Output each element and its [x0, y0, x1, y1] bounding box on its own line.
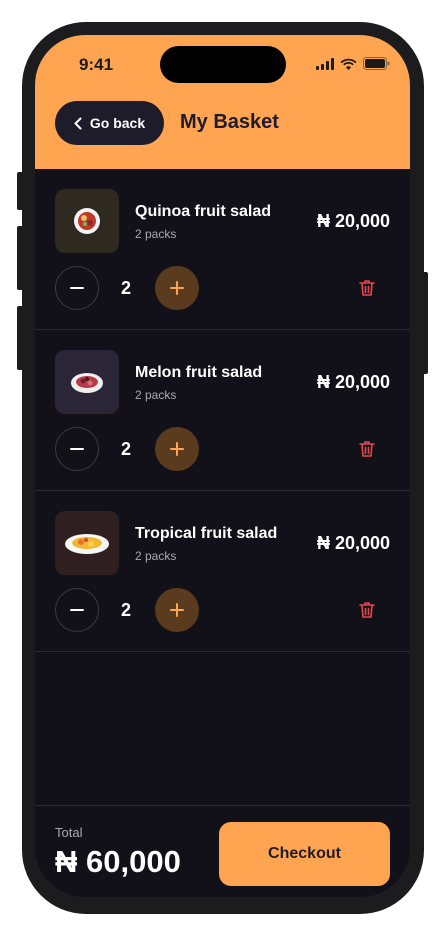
minus-icon [70, 448, 84, 450]
checkout-footer: Total ₦ 60,000 Checkout [35, 805, 410, 897]
signal-icon [316, 57, 334, 70]
item-thumbnail [55, 350, 119, 414]
item-price: ₦ 20,000 [316, 533, 390, 553]
trash-icon[interactable] [357, 600, 377, 620]
plus-icon [170, 603, 184, 617]
minus-icon [70, 609, 84, 611]
increase-quantity-button[interactable] [155, 427, 199, 471]
salad-bowl-icon [74, 208, 100, 234]
chevron-left-icon [74, 117, 82, 129]
increase-quantity-button[interactable] [155, 588, 199, 632]
plus-icon [170, 442, 184, 456]
wifi-icon [340, 58, 357, 70]
phone-volume-up-button [17, 226, 23, 290]
checkout-button[interactable]: Checkout [219, 822, 390, 886]
trash-icon[interactable] [357, 278, 377, 298]
decrease-quantity-button[interactable] [55, 266, 99, 310]
decrease-quantity-button[interactable] [55, 427, 99, 471]
dynamic-island [160, 46, 286, 83]
quantity-value: 2 [121, 600, 132, 620]
go-back-button[interactable]: Go back [55, 101, 164, 145]
item-price: ₦ 20,000 [316, 372, 390, 392]
salad-bowl-icon [71, 373, 103, 393]
battery-icon [363, 57, 390, 70]
basket-item: Melon fruit salad 2 packs ₦ 20,000 2 [35, 330, 410, 491]
item-name: Tropical fruit salad [135, 525, 278, 542]
salad-bowl-icon [65, 534, 109, 554]
item-thumbnail [55, 189, 119, 253]
item-thumbnail [55, 511, 119, 575]
status-icons [316, 57, 390, 70]
basket-item: Tropical fruit salad 2 packs ₦ 20,000 2 [35, 491, 410, 652]
page-title: My Basket [180, 111, 279, 133]
item-name: Quinoa fruit salad [135, 203, 272, 220]
phone-power-button [422, 272, 428, 374]
decrease-quantity-button[interactable] [55, 588, 99, 632]
total-value: ₦ 60,000 [55, 844, 181, 879]
quantity-value: 2 [121, 439, 132, 459]
increase-quantity-button[interactable] [155, 266, 199, 310]
header: 9:41 Go back My Basket [35, 35, 410, 169]
item-packs: 2 packs [135, 549, 177, 563]
item-price: ₦ 20,000 [316, 211, 390, 231]
item-packs: 2 packs [135, 388, 177, 402]
status-time: 9:41 [79, 55, 114, 74]
basket-item: Quinoa fruit salad 2 packs ₦ 20,000 2 [35, 169, 410, 330]
item-name: Melon fruit salad [135, 364, 263, 381]
minus-icon [70, 287, 84, 289]
quantity-value: 2 [121, 278, 132, 298]
item-packs: 2 packs [135, 227, 177, 241]
trash-icon[interactable] [357, 439, 377, 459]
go-back-label: Go back [89, 115, 146, 131]
phone-volume-down-button [17, 306, 23, 370]
phone-action-button [17, 172, 23, 210]
total-label: Total [55, 825, 83, 840]
plus-icon [170, 281, 184, 295]
app-screen: 9:41 Go back My Basket Quinoa fruit sala… [35, 35, 410, 897]
